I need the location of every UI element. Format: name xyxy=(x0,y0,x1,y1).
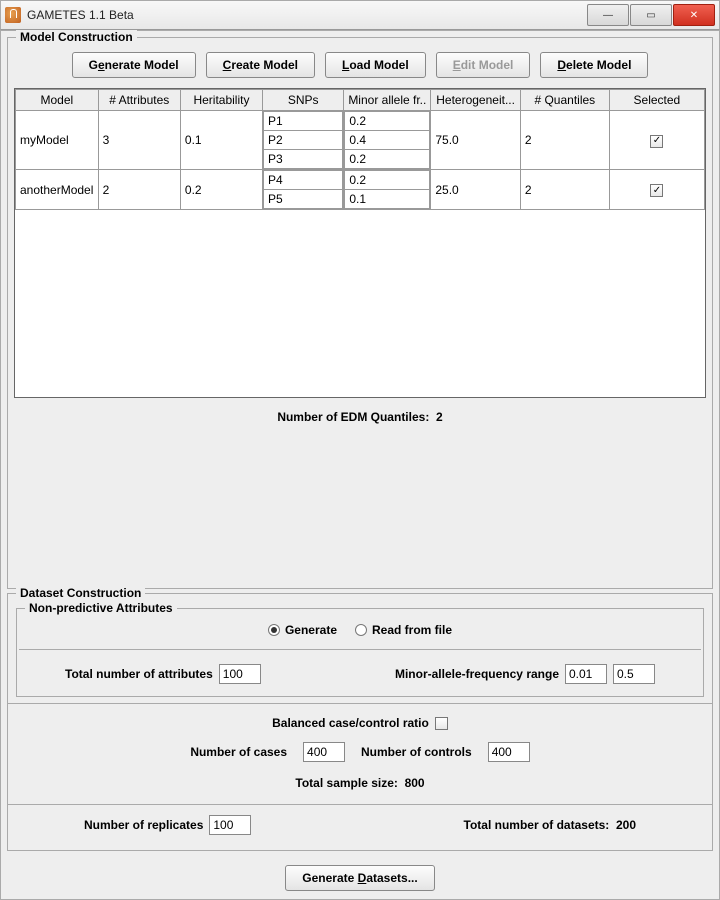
window-title: GAMETES 1.1 Beta xyxy=(27,8,587,22)
col-hetero[interactable]: Heterogeneit... xyxy=(431,90,521,111)
radio-dot-icon xyxy=(355,624,367,636)
titlebar: GAMETES 1.1 Beta — ▭ ✕ xyxy=(0,0,720,30)
table-cell: 3 xyxy=(98,111,180,170)
nonpredictive-panel: Non-predictive Attributes Generate Read … xyxy=(16,608,704,697)
table-cell: 2 xyxy=(520,170,609,210)
col-snps[interactable]: SNPs xyxy=(263,90,344,111)
minimize-button[interactable]: — xyxy=(587,4,629,26)
table-subcell: 0.2 xyxy=(345,171,430,190)
table-subcell: 0.2 xyxy=(345,150,430,169)
table-subcell: 0.4 xyxy=(345,131,430,150)
replicates-input[interactable] xyxy=(209,815,251,835)
col-heritability[interactable]: Heritability xyxy=(180,90,262,111)
table-cell: 25.0 xyxy=(431,170,521,210)
table-row[interactable]: myModel30.1P1P2P30.20.40.275.02 ✓ xyxy=(16,111,705,170)
table-cell: ✓ xyxy=(609,170,704,210)
table-cell: 0.20.40.2 xyxy=(344,111,431,170)
nonpredictive-title: Non-predictive Attributes xyxy=(25,601,177,615)
models-table[interactable]: Model # Attributes Heritability SNPs Min… xyxy=(15,89,705,210)
generate-model-button[interactable]: Generate Model xyxy=(72,52,196,78)
cases-input[interactable] xyxy=(303,742,345,762)
radio-dot-icon xyxy=(268,624,280,636)
close-button[interactable]: ✕ xyxy=(673,4,715,26)
table-cell: 0.20.1 xyxy=(344,170,431,210)
col-maf[interactable]: Minor allele fr.. xyxy=(344,90,431,111)
edm-quantiles-row: Number of EDM Quantiles: 2 xyxy=(14,398,706,436)
table-cell: anotherModel xyxy=(16,170,99,210)
table-cell: ✓ xyxy=(609,111,704,170)
table-cell: 0.1 xyxy=(180,111,262,170)
java-icon xyxy=(5,7,21,23)
dataset-construction-panel: Dataset Construction Non-predictive Attr… xyxy=(7,593,713,851)
maf-range-lo-input[interactable] xyxy=(565,664,607,684)
col-model[interactable]: Model xyxy=(16,90,99,111)
maximize-button[interactable]: ▭ xyxy=(630,4,672,26)
controls-input[interactable] xyxy=(488,742,530,762)
balanced-checkbox[interactable] xyxy=(435,717,448,730)
table-subcell: P5 xyxy=(264,190,343,209)
table-cell: 2 xyxy=(520,111,609,170)
balanced-label: Balanced case/control ratio xyxy=(272,716,429,730)
total-datasets-row: Total number of datasets: 200 xyxy=(464,818,637,832)
maf-range-label: Minor-allele-frequency range xyxy=(395,667,559,681)
generate-radio[interactable]: Generate xyxy=(268,623,337,637)
table-row[interactable]: anotherModel20.2P4P50.20.125.02✓ xyxy=(16,170,705,210)
table-cell: 75.0 xyxy=(431,111,521,170)
maf-range-hi-input[interactable] xyxy=(613,664,655,684)
model-construction-panel: Model Construction Generate Model Create… xyxy=(7,37,713,589)
replicates-label: Number of replicates xyxy=(84,818,203,832)
table-cell: P4P5 xyxy=(263,170,344,210)
table-subcell: P2 xyxy=(264,131,343,150)
models-table-container: Model # Attributes Heritability SNPs Min… xyxy=(14,88,706,398)
model-construction-title: Model Construction xyxy=(16,30,137,44)
table-cell: 2 xyxy=(98,170,180,210)
total-attributes-input[interactable] xyxy=(219,664,261,684)
table-subcell: 0.1 xyxy=(345,190,430,209)
col-attributes[interactable]: # Attributes xyxy=(98,90,180,111)
total-sample-row: Total sample size: 800 xyxy=(14,768,706,798)
table-subcell: P3 xyxy=(264,150,343,169)
table-cell: P1P2P3 xyxy=(263,111,344,170)
table-cell: myModel xyxy=(16,111,99,170)
table-subcell: P4 xyxy=(264,171,343,190)
readfile-radio[interactable]: Read from file xyxy=(355,623,452,637)
table-subcell: P1 xyxy=(264,112,343,131)
create-model-button[interactable]: Create Model xyxy=(206,52,315,78)
cases-label: Number of cases xyxy=(190,745,287,759)
selected-checkbox[interactable]: ✓ xyxy=(650,135,663,148)
table-subcell: 0.2 xyxy=(345,112,430,131)
total-attributes-label: Total number of attributes xyxy=(65,667,213,681)
selected-checkbox[interactable]: ✓ xyxy=(650,184,663,197)
table-cell: 0.2 xyxy=(180,170,262,210)
load-model-button[interactable]: Load Model xyxy=(325,52,426,78)
delete-model-button[interactable]: Delete Model xyxy=(540,52,648,78)
col-selected[interactable]: Selected xyxy=(609,90,704,111)
col-quantiles[interactable]: # Quantiles xyxy=(520,90,609,111)
generate-datasets-button[interactable]: Generate Datasets... xyxy=(285,865,434,891)
controls-label: Number of controls xyxy=(361,745,472,759)
edit-model-button: Edit Model xyxy=(436,52,531,78)
dataset-construction-title: Dataset Construction xyxy=(16,586,145,600)
